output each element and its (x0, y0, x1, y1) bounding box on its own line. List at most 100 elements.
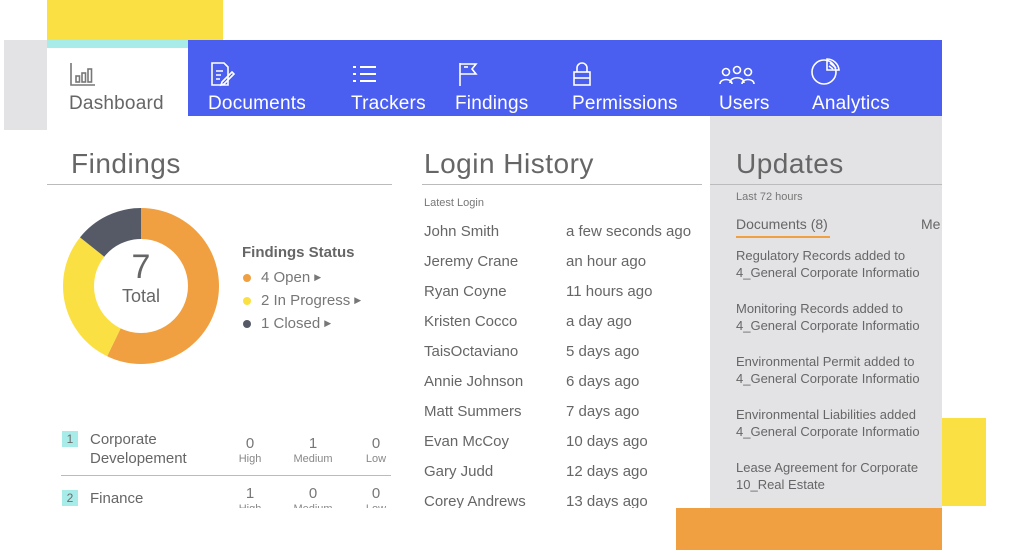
findings-status-legend: 4 Open ▶ 2 In Progress ▶ 1 Closed ▶ (243, 266, 361, 335)
table-row[interactable]: 1 Corporate Developement 0 High 1 Medium 0… (61, 424, 391, 476)
department-name: Corporate Developement (90, 431, 187, 467)
login-time: a few seconds ago (566, 223, 692, 240)
flag-icon (454, 61, 482, 87)
list-item[interactable]: Environmental Liabilities added 4_General… (736, 406, 942, 459)
login-history-title: Login History (424, 148, 594, 179)
tab-more[interactable]: Me (921, 216, 940, 232)
decor-yellow-block-top (47, 0, 223, 40)
status-closed[interactable]: 1 Closed ▶ (243, 312, 361, 335)
update-location: 4_General Corporate Informatio (736, 318, 920, 333)
updates-divider (710, 184, 942, 185)
list-item: John Smith a few seconds ago (422, 217, 702, 247)
login-time: 10 days ago (566, 433, 648, 450)
app-window: Dashboard Documents Trackers Findings Pe… (47, 40, 942, 508)
chevron-right-icon: ▶ (314, 272, 322, 282)
decor-grey-block-left (4, 40, 48, 130)
list-item[interactable]: Monitoring Records added to 4_General Cor… (736, 300, 942, 353)
login-history-subtitle: Latest Login (424, 197, 484, 209)
nav-tab-trackers[interactable]: Trackers (334, 40, 450, 116)
update-text: Regulatory Records added to (736, 248, 906, 263)
login-user-name: Matt Summers (424, 403, 522, 420)
status-open-dot (243, 273, 251, 282)
nav-tab-findings[interactable]: Findings (450, 40, 568, 116)
login-user-name: Annie Johnson (424, 373, 524, 390)
department-name: Finance (90, 490, 144, 507)
donut-total-value: 7 (132, 248, 151, 286)
login-user-name: TaisOctaviano (424, 343, 519, 360)
findings-panel: Findings 7 Total Findings Status 4 Open … (47, 116, 392, 508)
bar-chart-icon (69, 61, 97, 87)
nav-tab-permissions[interactable]: Permissions (568, 40, 707, 116)
list-item[interactable]: Lease Agreement for Corporate 10_Real Est… (736, 459, 942, 508)
donut-slice-in-progress (62, 237, 121, 357)
login-user-name: Ryan Coyne (424, 283, 507, 300)
nav-tab-users[interactable]: Users (707, 40, 810, 116)
login-user-name: Kristen Cocco (424, 313, 518, 330)
chevron-right-icon: ▶ (354, 295, 362, 305)
login-history-divider (422, 184, 702, 185)
nav-tab-dashboard[interactable]: Dashboard (47, 40, 188, 116)
updates-panel: Updates Last 72 hours Documents (8) Me R… (710, 116, 942, 508)
login-user-name: Gary Judd (424, 463, 494, 480)
list-item: Corey Andrews 13 days ago (422, 487, 702, 508)
chevron-right-icon: ▶ (324, 318, 332, 328)
status-open[interactable]: 4 Open ▶ (243, 266, 361, 289)
medium-count: 1 Medium (293, 435, 333, 466)
pie-chart-icon (810, 58, 844, 85)
nav-label-documents: Documents (208, 93, 306, 114)
login-user-name: Corey Andrews (424, 493, 526, 508)
status-closed-dot (243, 319, 251, 328)
login-time: a day ago (566, 313, 632, 330)
nav-label-trackers: Trackers (351, 93, 426, 114)
list-item: Ryan Coyne 11 hours ago (422, 277, 702, 307)
login-time: 7 days ago (566, 403, 640, 420)
login-time: 5 days ago (566, 343, 640, 360)
login-user-name: Jeremy Crane (424, 253, 519, 270)
findings-donut-chart: 7 Total (62, 208, 219, 364)
tab-documents[interactable]: Documents (8) (736, 216, 830, 238)
list-item: Kristen Cocco a day ago (422, 307, 702, 337)
low-count: 0Low (366, 485, 386, 509)
decor-orange-block-bottom (676, 508, 942, 550)
high-count: 0 High (238, 435, 262, 466)
list-item: Annie Johnson 6 days ago (422, 367, 702, 397)
updates-list: Regulatory Records added to 4_General Cor… (736, 247, 942, 508)
login-user-name: John Smith (424, 223, 500, 240)
list-item[interactable]: Regulatory Records added to 4_General Cor… (736, 247, 942, 300)
update-location: 10_Real Estate (736, 477, 825, 492)
update-text: Environmental Liabilities added (736, 407, 916, 422)
nav-label-users: Users (719, 93, 770, 114)
status-open-label: 4 Open (261, 269, 311, 286)
update-location: 4_General Corporate Informatio (736, 424, 920, 439)
main-nav: Dashboard Documents Trackers Findings Pe… (47, 40, 942, 116)
nav-label-dashboard: Dashboard (69, 93, 164, 114)
update-text: Lease Agreement for Corporate (736, 460, 919, 475)
status-closed-label: 1 Closed (261, 315, 321, 332)
login-time: 13 days ago (566, 493, 648, 508)
updates-subtitle: Last 72 hours (736, 191, 803, 203)
update-text: Environmental Permit added to (736, 354, 915, 369)
table-row[interactable]: 2 Finance 1High 0Medium 0Low (61, 476, 391, 508)
login-user-name: Evan McCoy (424, 433, 510, 450)
list-item: Gary Judd 12 days ago (422, 457, 702, 487)
document-edit-icon (208, 61, 236, 87)
list-item: Evan McCoy 10 days ago (422, 427, 702, 457)
login-history-list: John Smith a few seconds ago Jeremy Crane… (422, 217, 702, 508)
status-in-progress-label: 2 In Progress (261, 292, 351, 309)
donut-total-label: Total (122, 286, 160, 306)
list-item[interactable]: Environmental Permit added to 4_General C… (736, 353, 942, 406)
status-in-progress[interactable]: 2 In Progress ▶ (243, 289, 361, 312)
update-text: Monitoring Records added to (736, 301, 903, 316)
department-findings-table: 1 Corporate Developement 0 High 1 Medium 0… (61, 424, 391, 508)
login-time: 6 days ago (566, 373, 640, 390)
users-icon (717, 61, 757, 87)
lock-icon (568, 61, 596, 87)
login-time: an hour ago (566, 253, 647, 270)
findings-divider (47, 184, 392, 185)
nav-tab-documents[interactable]: Documents (188, 40, 334, 116)
medium-count: 0Medium (293, 485, 332, 509)
findings-status-heading: Findings Status (242, 244, 355, 261)
nav-label-permissions: Permissions (572, 93, 678, 114)
nav-tab-analytics[interactable]: Analytics (810, 40, 942, 116)
login-history-panel: Login History Latest Login John Smith a f… (422, 116, 702, 508)
